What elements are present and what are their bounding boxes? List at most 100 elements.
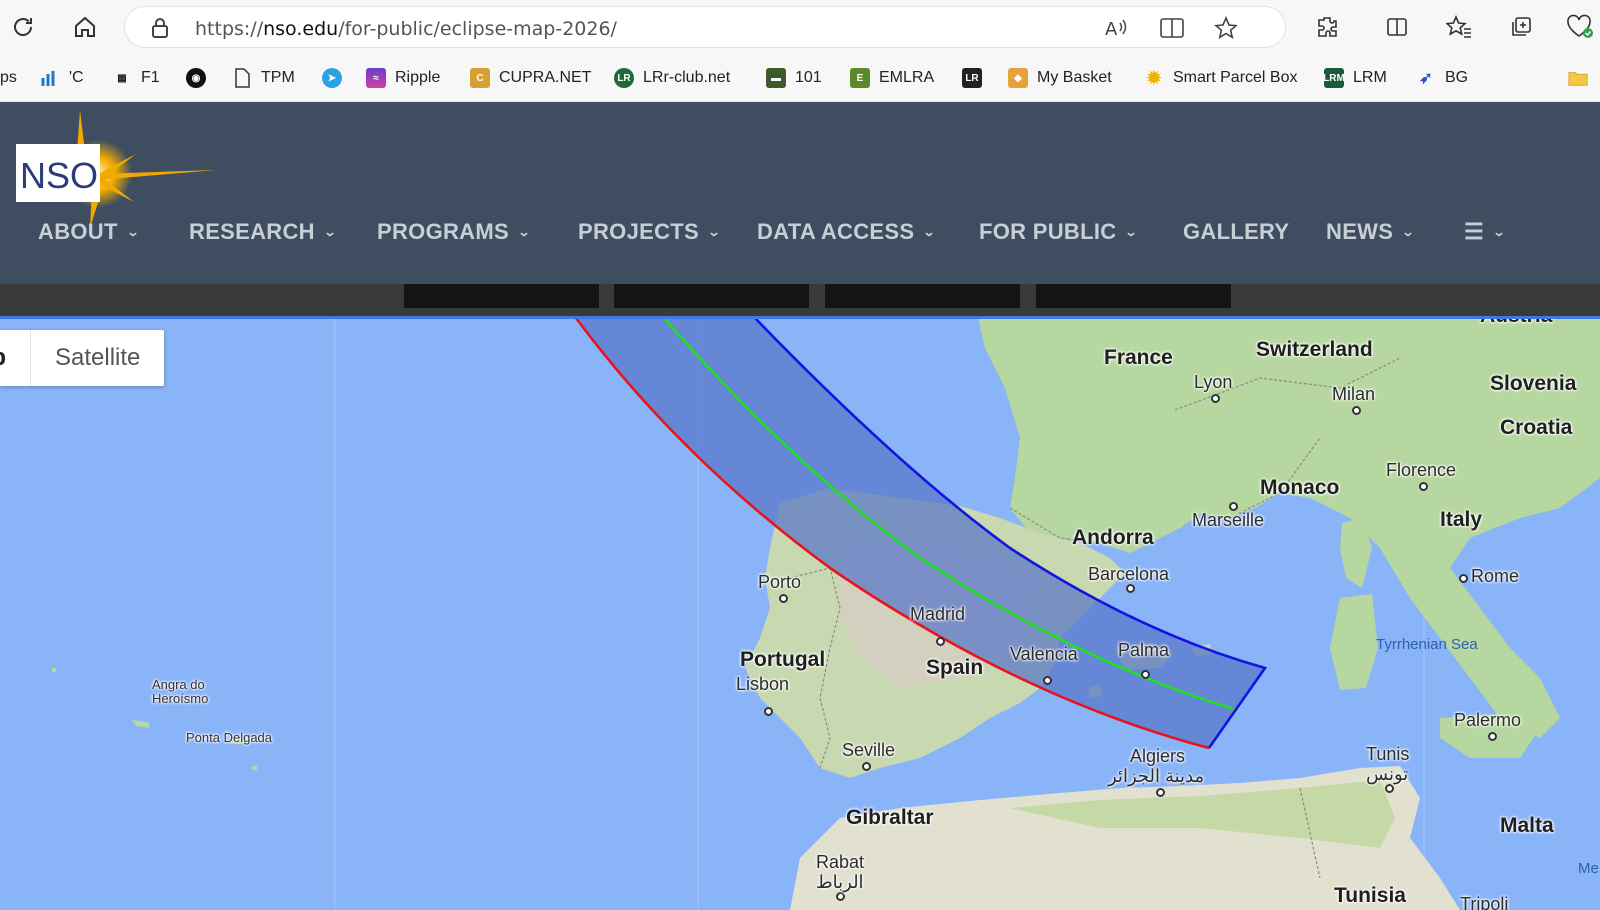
url-text[interactable]: https://nso.edu/for-public/eclipse-map-2… [195, 18, 617, 40]
bookmark-label: EMLRA [879, 69, 935, 86]
lock-icon[interactable] [149, 16, 171, 45]
label-spain: Spain [926, 656, 984, 679]
chart-icon [40, 68, 60, 88]
chevron-down-icon: ⌄ [922, 225, 937, 239]
city-dot-palma [1141, 670, 1150, 679]
nav-data-access[interactable]: DATA ACCESS ⌄ [757, 212, 937, 252]
label-gibraltar: Gibraltar [846, 806, 934, 829]
bookmark-label: LRr-club.net [643, 69, 731, 86]
bookmark-apps[interactable]: ps [0, 66, 17, 90]
bookmark-ripple[interactable]: ≈ Ripple [366, 66, 440, 90]
label-algiers: Algiers [1130, 746, 1186, 766]
bookmark-lrr-club[interactable]: LR LRr-club.net [614, 66, 730, 90]
label-tunisia: Tunisia [1334, 884, 1406, 907]
map-type-satellite-button[interactable]: Satellite [31, 330, 164, 386]
split-screen-icon[interactable] [1380, 10, 1414, 44]
map-type-map-button[interactable]: ap [0, 330, 32, 386]
city-dot-florence [1419, 482, 1428, 491]
label-florence: Florence [1386, 460, 1457, 480]
bookmark-bg[interactable]: ➶ BG [1416, 66, 1468, 90]
health-icon[interactable] [1562, 10, 1596, 44]
other-bookmarks-folder[interactable] [1568, 66, 1597, 90]
sub-tab-1[interactable] [404, 284, 599, 308]
sub-tab-3[interactable] [825, 284, 1020, 308]
nav-news[interactable]: NEWS ⌄ [1326, 212, 1415, 252]
nav-programs[interactable]: PROGRAMS ⌄ [377, 212, 530, 252]
bookmark-f1[interactable]: ▦ F1 [112, 66, 160, 90]
bookmark-tpm[interactable]: TPM [232, 66, 295, 90]
chevron-down-icon: ⌄ [1492, 225, 1506, 239]
circle-logo-icon: ◉ [186, 68, 206, 88]
label-rabat: Rabat [816, 852, 865, 872]
bookmark-emlra[interactable]: E EMLRA [850, 66, 934, 90]
label-angra-do-heroismo: Angra do Heroísmo [152, 677, 209, 706]
label-milan: Milan [1332, 384, 1376, 404]
immersive-reader-icon[interactable] [1159, 15, 1185, 41]
bg-icon: ➶ [1419, 70, 1433, 87]
bookmark-label: My Basket [1037, 69, 1112, 86]
bookmark-lr-uk[interactable]: LR [962, 66, 991, 90]
url-scheme: https:// [195, 18, 264, 40]
bookmark-smart-parcel-box[interactable]: ✹ Smart Parcel Box [1144, 66, 1297, 90]
bookmark-101[interactable]: ▬ 101 [766, 66, 822, 90]
address-bar[interactable]: https://nso.edu/for-public/eclipse-map-2… [124, 6, 1286, 48]
city-dot-rome [1459, 574, 1468, 583]
bookmark-label: Smart Parcel Box [1173, 69, 1298, 86]
label-tunis-arabic: تونس [1366, 764, 1409, 784]
nav-label: NEWS [1326, 219, 1394, 244]
nav-research[interactable]: RESEARCH ⌄ [189, 212, 336, 252]
bookmark-label: TPM [261, 69, 295, 86]
landrover-icon: LR [614, 68, 634, 88]
city-dot-lisbon [764, 707, 773, 716]
nav-label: GALLERY [1183, 219, 1290, 244]
ripple-icon: ≈ [366, 68, 386, 88]
city-dot-lyon [1211, 394, 1220, 403]
svg-text:A: A [1105, 19, 1118, 39]
sub-tab-2[interactable] [614, 284, 809, 308]
sub-tab-bar [0, 284, 1600, 318]
label-andorra: Andorra [1072, 526, 1154, 549]
city-dot-valencia [1043, 676, 1052, 685]
city-dot-seville [862, 762, 871, 771]
label-seville: Seville [842, 740, 896, 760]
sub-tab-4[interactable] [1036, 284, 1231, 308]
nav-about[interactable]: ABOUT ⌄ [38, 212, 139, 252]
label-tyrrhenian-sea: Tyrrhenian Sea [1376, 636, 1478, 653]
nav-gallery[interactable]: GALLERY [1183, 212, 1289, 252]
eclipse-map[interactable]: France Switzerland Austria Slovenia Croa… [0, 318, 1600, 910]
extensions-icon[interactable] [1310, 10, 1344, 44]
bookmark-circle[interactable]: ◉ [186, 66, 215, 90]
basket-icon: ◆ [1008, 68, 1028, 88]
label-palermo: Palermo [1454, 710, 1522, 730]
bookmark-label: F1 [141, 69, 160, 86]
collections-icon[interactable] [1504, 10, 1538, 44]
bookmark-my-basket[interactable]: ◆ My Basket [1008, 66, 1112, 90]
hamburger-icon: ☰ [1464, 219, 1485, 244]
label-italy: Italy [1440, 508, 1483, 531]
label-monaco: Monaco [1260, 476, 1340, 499]
site-header: NSO ABOUT ⌄ RESEARCH ⌄ PROGRAMS ⌄ PROJECTS ⌄… [0, 102, 1600, 284]
bookmark-telegram[interactable]: ➤ [322, 66, 351, 90]
city-dot-tunis [1385, 784, 1394, 793]
nav-projects[interactable]: PROJECTS ⌄ [578, 212, 721, 252]
map-top-border [0, 316, 1600, 319]
bookmark-temperature[interactable]: 'C [40, 66, 84, 90]
city-dot-madrid [936, 637, 945, 646]
favorite-star-icon[interactable] [1213, 15, 1239, 41]
nav-for-public[interactable]: FOR PUBLIC ⌄ [979, 212, 1138, 252]
bookmark-cupra[interactable]: C CUPRA.NET [470, 66, 591, 90]
nav-more-menu[interactable]: ☰ ⌄ [1464, 212, 1506, 252]
read-aloud-icon[interactable]: A [1103, 15, 1129, 41]
nav-label: ABOUT [38, 219, 118, 244]
chevron-down-icon: ⌄ [707, 225, 721, 239]
url-host: nso.edu [263, 18, 339, 40]
refresh-icon[interactable] [6, 10, 40, 44]
bookmark-lrm[interactable]: LRM LRM [1323, 66, 1387, 90]
nso-logo[interactable]: NSO [16, 110, 216, 228]
label-rabat-arabic: الرباط [816, 872, 864, 892]
label-lisbon: Lisbon [736, 674, 790, 694]
flag-icon: ▦ [117, 72, 127, 84]
city-dot-porto [779, 594, 788, 603]
home-icon[interactable] [68, 10, 102, 44]
favorites-icon[interactable] [1442, 10, 1476, 44]
